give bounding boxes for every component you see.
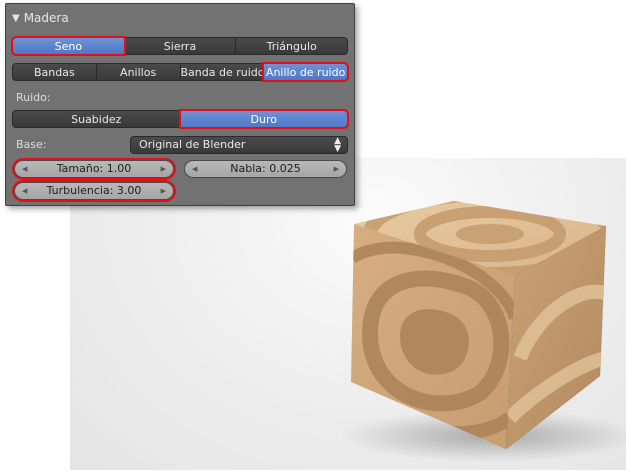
wave-saw-button[interactable]: Sierra <box>123 37 237 55</box>
basis-label: Base: <box>16 138 47 151</box>
arrow-left-icon[interactable]: ◀ <box>22 183 27 199</box>
noise-hard-button[interactable]: Duro <box>178 109 349 129</box>
panel-title: Madera <box>23 11 69 25</box>
type-rings-button[interactable]: Anillos <box>95 63 181 81</box>
size-field[interactable]: ◀ Tamaño: 1.00 ▶ <box>14 160 174 178</box>
wave-buttons: Seno Sierra Triángulo <box>11 36 349 56</box>
wood-type-buttons: Bandas Anillos Banda de ruido Anillo de … <box>12 62 349 82</box>
arrow-right-icon[interactable]: ▶ <box>161 161 166 177</box>
panel-header[interactable]: ▼ Madera <box>12 9 69 27</box>
type-bands-button[interactable]: Bandas <box>12 63 97 81</box>
basis-select[interactable]: Original de Blender ▲ ▼ <box>130 136 348 154</box>
type-ring-noise-button[interactable]: Anillo de ruido <box>262 62 349 82</box>
nabla-field[interactable]: ◀ Nabla: 0.025 ▶ <box>184 160 347 178</box>
wave-triangle-button[interactable]: Triángulo <box>235 37 349 55</box>
nabla-field-value: Nabla: 0.025 <box>230 162 301 175</box>
turbulence-field[interactable]: ◀ Turbulencia: 3.00 ▶ <box>14 182 174 200</box>
arrow-left-icon[interactable]: ◀ <box>192 161 197 177</box>
wood-texture-panel: ▼ Madera Seno Sierra Triángulo Bandas An… <box>5 3 355 206</box>
arrow-right-icon[interactable]: ▶ <box>334 161 339 177</box>
type-band-noise-button[interactable]: Banda de ruido <box>179 63 265 81</box>
collapse-triangle-icon[interactable]: ▼ <box>12 13 20 24</box>
basis-select-value: Original de Blender <box>139 138 246 151</box>
wave-sine-button[interactable]: Seno <box>11 36 126 56</box>
size-field-value: Tamaño: 1.00 <box>56 162 132 175</box>
noise-buttons: Suabidez Duro <box>12 109 349 129</box>
arrow-right-icon[interactable]: ▶ <box>161 183 166 199</box>
arrow-left-icon[interactable]: ◀ <box>22 161 27 177</box>
noise-label: Ruido: <box>16 91 51 104</box>
up-down-arrows-icon: ▲ ▼ <box>334 136 341 154</box>
noise-soft-button[interactable]: Suabidez <box>12 110 181 128</box>
turbulence-field-value: Turbulencia: 3.00 <box>46 184 142 197</box>
